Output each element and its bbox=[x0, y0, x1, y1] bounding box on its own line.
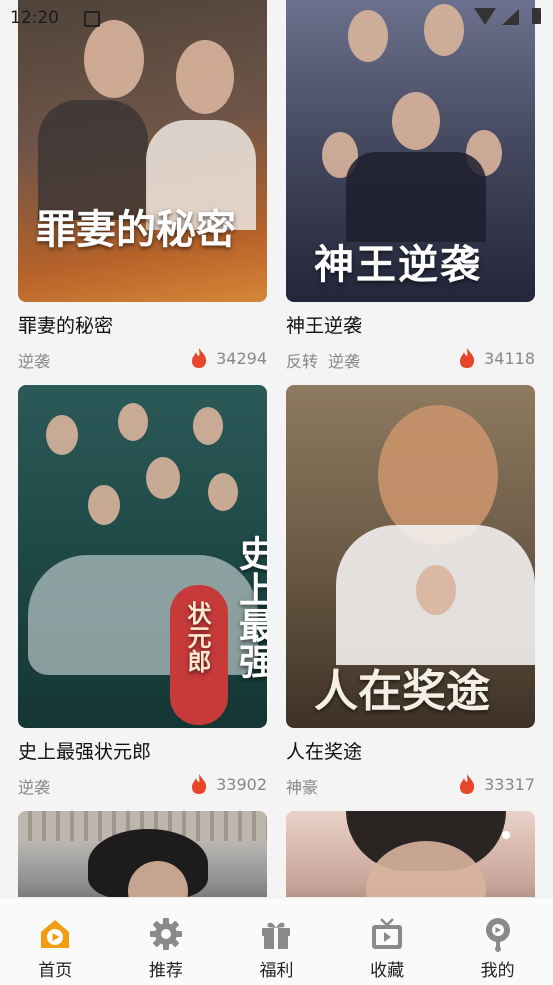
drama-poster[interactable]: 史上最强 状元郎 bbox=[18, 385, 267, 728]
drama-card[interactable]: 罪妻的秘密 罪妻的秘密 逆袭 34294 bbox=[18, 0, 267, 372]
flame-icon bbox=[460, 774, 475, 794]
tab-home[interactable]: 首页 bbox=[0, 898, 111, 985]
poster-title-art: 罪妻的秘密 bbox=[36, 206, 236, 253]
cell-signal-icon bbox=[502, 9, 519, 25]
drama-poster[interactable]: 神王逆袭 bbox=[286, 0, 535, 302]
drama-tags: 逆袭 bbox=[18, 348, 60, 372]
poster-title-art: 史上最强 bbox=[233, 535, 267, 679]
gear-icon bbox=[148, 916, 184, 952]
flame-icon bbox=[460, 348, 475, 368]
drama-title[interactable]: 史上最强状元郎 bbox=[18, 737, 267, 764]
tab-profile[interactable]: 我的 bbox=[442, 898, 553, 985]
gift-icon bbox=[258, 916, 294, 952]
battery-icon bbox=[532, 8, 541, 24]
tab-welfare[interactable]: 福利 bbox=[221, 898, 332, 985]
notification-icon bbox=[84, 11, 100, 27]
drama-card[interactable]: 人在奖途 人在奖途 神豪 33317 bbox=[286, 385, 535, 798]
tv-icon bbox=[369, 916, 405, 952]
view-count: 34118 bbox=[458, 347, 535, 369]
tab-recommend[interactable]: 推荐 bbox=[111, 898, 222, 985]
drama-title[interactable]: 人在奖途 bbox=[286, 737, 535, 764]
drama-tags: 反转 逆袭 bbox=[286, 348, 370, 372]
drama-poster[interactable]: 罪妻的秘密 bbox=[18, 0, 267, 302]
flame-icon bbox=[192, 348, 207, 368]
drama-card[interactable]: 神王逆袭 神王逆袭 反转 逆袭 34118 bbox=[286, 0, 535, 372]
tag: 反转 bbox=[286, 352, 319, 371]
view-count: 33317 bbox=[458, 773, 535, 795]
drama-card[interactable]: 史上最强 状元郎 史上最强状元郎 逆袭 33902 bbox=[18, 385, 267, 798]
view-count: 33902 bbox=[190, 773, 267, 795]
tag: 逆袭 bbox=[328, 352, 361, 371]
tag: 逆袭 bbox=[18, 352, 51, 371]
view-count: 34294 bbox=[190, 347, 267, 369]
bottom-tab-bar: 首页 推荐 福利 收藏 我的 bbox=[0, 897, 553, 985]
tag: 逆袭 bbox=[18, 778, 51, 797]
poster-title-art: 神王逆袭 bbox=[314, 241, 482, 288]
poster-subtitle-art: 状元郎 bbox=[183, 601, 212, 673]
status-bar: 12:20 bbox=[0, 0, 553, 36]
drama-tags: 神豪 bbox=[286, 774, 328, 798]
flame-icon bbox=[192, 774, 207, 794]
home-play-icon bbox=[37, 916, 73, 952]
profile-icon bbox=[480, 916, 516, 952]
drama-tags: 逆袭 bbox=[18, 774, 60, 798]
tab-favorites[interactable]: 收藏 bbox=[332, 898, 443, 985]
tag: 神豪 bbox=[286, 778, 319, 797]
wifi-icon bbox=[474, 8, 496, 25]
drama-poster[interactable]: 人在奖途 bbox=[286, 385, 535, 728]
drama-title[interactable]: 罪妻的秘密 bbox=[18, 311, 267, 338]
poster-title-art: 人在奖途 bbox=[314, 666, 490, 717]
drama-title[interactable]: 神王逆袭 bbox=[286, 311, 535, 338]
status-time: 12:20 bbox=[10, 8, 59, 28]
